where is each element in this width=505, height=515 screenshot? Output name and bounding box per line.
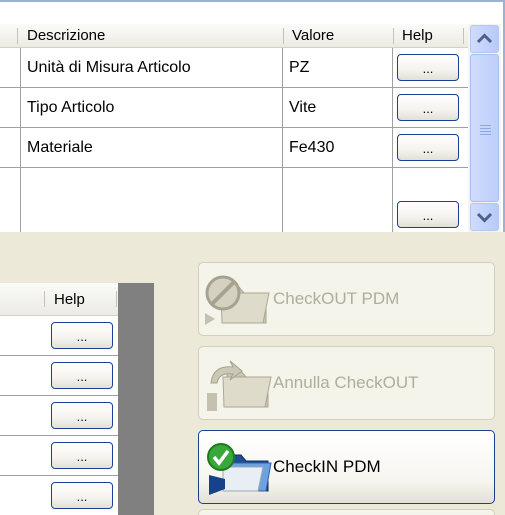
row-indicator-cell <box>0 128 21 167</box>
checkout-folder-icon <box>205 275 270 325</box>
valore-cell[interactable]: Fe430 <box>283 128 393 167</box>
descrizione-cell[interactable] <box>21 168 283 232</box>
column-separator <box>283 28 284 44</box>
table-row[interactable]: Tipo Articolo Vite ... <box>0 88 468 128</box>
chevron-down-icon <box>476 212 493 223</box>
help-button[interactable]: ... <box>397 201 459 228</box>
checkout-pdm-label: CheckOUT PDM <box>273 289 400 308</box>
chevron-up-icon <box>476 33 493 44</box>
table-row[interactable]: ... <box>0 396 118 436</box>
column-separator <box>463 28 464 44</box>
descrizione-cell[interactable]: Unità di Misura Articolo <box>21 48 283 87</box>
undo-checkout-label: Annulla CheckOUT <box>273 373 419 392</box>
scrollbar-thumb[interactable] <box>470 54 499 202</box>
checkout-pdm-button[interactable]: CheckOUT PDM <box>198 262 495 336</box>
checkin-folder-icon <box>207 443 272 495</box>
secondary-grid-header: Help <box>0 283 118 316</box>
grip-line <box>480 131 491 132</box>
grip-line <box>480 134 491 135</box>
help-button[interactable]: ... <box>397 54 459 81</box>
column-header-descrizione[interactable]: Descrizione <box>21 24 283 47</box>
help-button[interactable]: ... <box>397 94 459 121</box>
undo-checkout-button[interactable]: Annulla CheckOUT <box>198 346 495 420</box>
row-indicator-cell <box>0 88 21 127</box>
table-row[interactable]: ... <box>0 436 118 476</box>
help-button[interactable]: ... <box>51 362 113 389</box>
scroll-up-button[interactable] <box>470 25 499 53</box>
table-row[interactable]: Materiale Fe430 ... <box>0 128 468 168</box>
attributes-grid-header: Descrizione Valore Help <box>0 24 468 48</box>
column-separator <box>17 28 18 44</box>
undo-checkout-folder-icon <box>207 360 272 411</box>
valore-cell[interactable]: Vite <box>283 88 393 127</box>
descrizione-cell[interactable]: Materiale <box>21 128 283 167</box>
help-button[interactable]: ... <box>51 442 113 469</box>
column-header-valore[interactable]: Valore <box>286 24 393 47</box>
secondary-grid: Help ... ... ... ... ... <box>0 283 154 515</box>
attributes-grid: Descrizione Valore Help Unità di Misura … <box>0 0 505 232</box>
column-header-help[interactable]: Help <box>396 24 462 47</box>
table-row[interactable]: ... <box>0 316 118 356</box>
column-separator <box>116 291 117 307</box>
help-button[interactable]: ... <box>51 402 113 429</box>
descrizione-cell[interactable]: Tipo Articolo <box>21 88 283 127</box>
help-button[interactable]: ... <box>51 322 113 349</box>
scroll-down-button[interactable] <box>470 203 499 231</box>
table-row[interactable]: ... <box>0 476 118 515</box>
next-action-button-partial[interactable] <box>198 509 495 515</box>
table-row[interactable]: ... <box>0 356 118 396</box>
grip-line <box>480 125 491 126</box>
checkin-pdm-button[interactable]: CheckIN PDM <box>198 430 495 504</box>
column-separator <box>44 291 45 307</box>
row-indicator-cell <box>0 168 21 232</box>
row-indicator-cell <box>0 48 21 87</box>
checkin-pdm-label: CheckIN PDM <box>273 457 381 476</box>
grip-line <box>480 128 491 129</box>
help-button[interactable]: ... <box>397 134 459 161</box>
valore-cell[interactable] <box>283 168 393 232</box>
help-button[interactable]: ... <box>51 482 113 509</box>
table-row[interactable]: ... <box>0 168 468 232</box>
vertical-scrollbar[interactable] <box>468 24 501 232</box>
valore-cell[interactable]: PZ <box>283 48 393 87</box>
column-header-help[interactable]: Help <box>48 283 114 316</box>
column-separator <box>393 28 394 44</box>
table-row[interactable]: Unità di Misura Articolo PZ ... <box>0 48 468 88</box>
